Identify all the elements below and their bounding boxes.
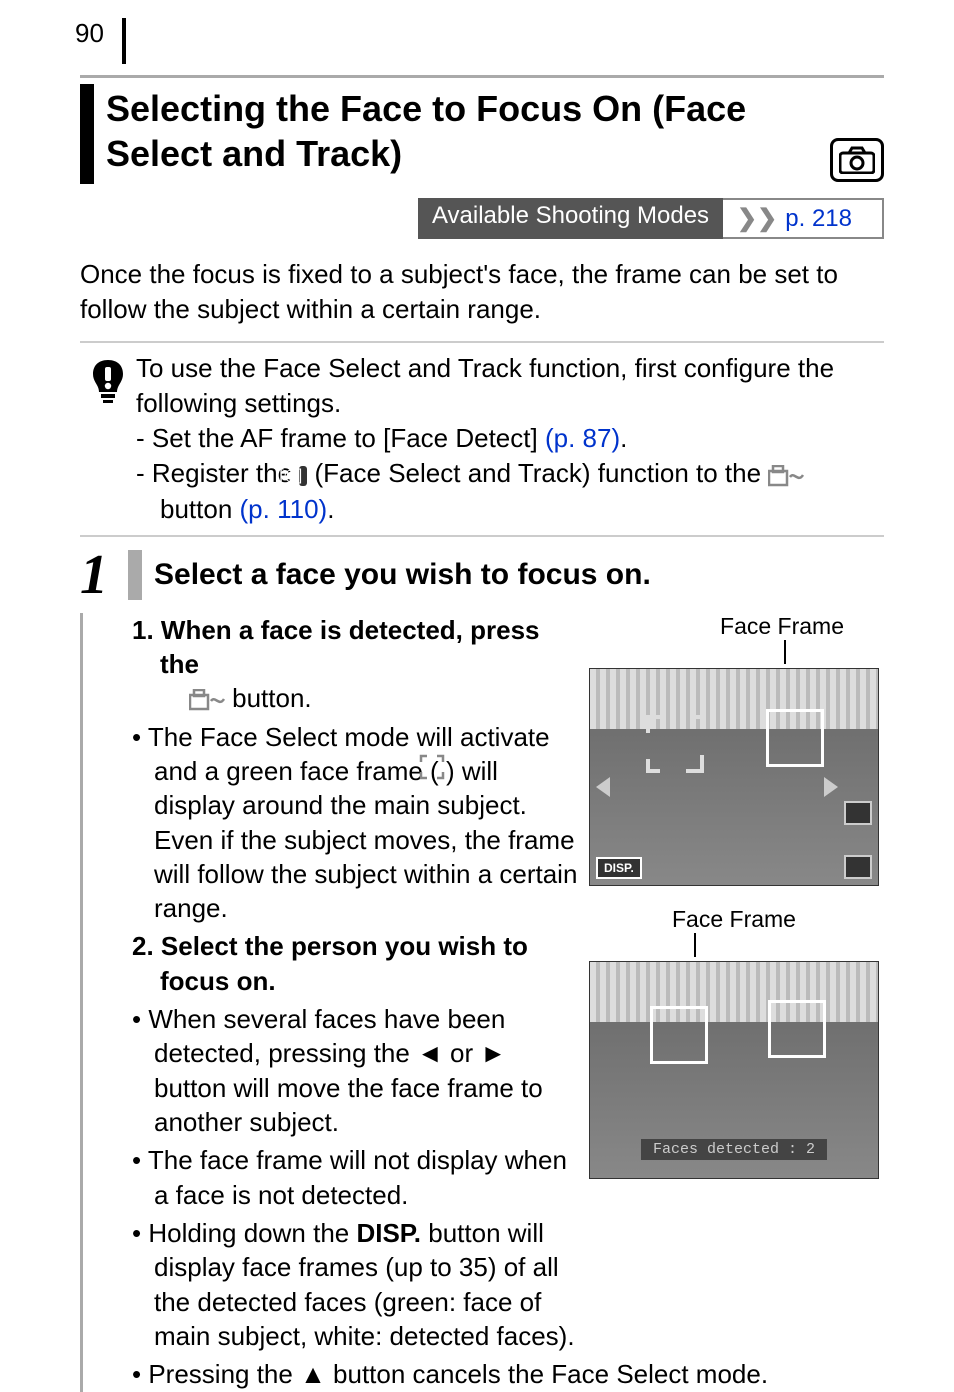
step-title: Select a face you wish to focus on. <box>154 558 884 592</box>
face-frame-box <box>768 1000 826 1058</box>
title-accent-bar <box>80 84 94 184</box>
important-notice: To use the Face Select and Track functio… <box>80 341 884 536</box>
page-ref-110-link[interactable]: (p. 110) <box>240 494 328 524</box>
section-title: Selecting the Face to Focus On (Face Sel… <box>106 84 824 176</box>
face-frame-corner-indicator <box>646 715 704 773</box>
print-share-icon <box>189 689 225 711</box>
face-frame-label-2: Face Frame <box>584 906 884 933</box>
step-1-bullet-2: • When several faces have been detected,… <box>132 1002 584 1139</box>
step-text: 1. When a face is detected, press the bu… <box>124 613 584 1358</box>
notice-lead: To use the Face Select and Track functio… <box>136 351 884 421</box>
shooting-modes-label: Available Shooting Modes <box>418 198 723 239</box>
intro-paragraph: Once the focus is fixed to a subject's f… <box>80 257 884 327</box>
shooting-modes-row: Available Shooting Modes ❯❯ p. 218 <box>80 198 884 239</box>
faces-detected-banner: Faces detected : 2 <box>641 1139 827 1160</box>
page-number: 90 <box>75 18 122 49</box>
section-title-block: Selecting the Face to Focus On (Face Sel… <box>80 75 884 184</box>
example-photo-1: DISP. <box>589 668 879 886</box>
step-1-substep-2: 2. Select the person you wish to focus o… <box>132 929 584 998</box>
photo-side-icons <box>844 801 872 879</box>
example-photo-2: Faces detected : 2 <box>589 961 879 1179</box>
frame-mode-icon-2 <box>844 855 872 879</box>
step-number: 1 <box>80 547 128 603</box>
step-1-bullet-3: • The face frame will not display when a… <box>132 1143 584 1212</box>
notice-item-1: - Set the AF frame to [Face Detect] (p. … <box>136 421 884 456</box>
camera-icon <box>839 146 875 174</box>
frame-corners-icon <box>419 754 445 780</box>
step-gutter <box>80 613 124 1358</box>
shooting-modes-link-text: p. 218 <box>785 205 852 233</box>
right-arrow-icon <box>824 777 838 797</box>
illustration-column: Face Frame DISP. Face Frame Fa <box>584 613 884 1358</box>
camera-mode-icon <box>830 138 884 182</box>
face-frame-box <box>650 1006 708 1064</box>
print-share-icon <box>768 465 804 487</box>
page-number-header: 90 <box>75 18 126 64</box>
face-frame-label-1: Face Frame <box>584 613 884 640</box>
frame-mode-icon-1 <box>844 801 872 825</box>
step-1-bullet-1: • The Face Select mode will activate and… <box>132 720 584 926</box>
page-ref-87-link[interactable]: (p. 87) <box>545 423 620 453</box>
step-1-body: 1. When a face is detected, press the bu… <box>80 613 884 1358</box>
step-1-bullet-5: • Pressing the ▲ button cancels the Face… <box>132 1357 884 1391</box>
left-arrow-icon <box>596 777 610 797</box>
label-leader-line-1 <box>784 640 786 664</box>
step-1-header: 1 Select a face you wish to focus on. <box>80 547 884 603</box>
step-1-substep-1: 1. When a face is detected, press the bu… <box>132 613 584 716</box>
shooting-modes-link[interactable]: ❯❯ p. 218 <box>723 198 884 239</box>
page-number-rule <box>122 18 126 64</box>
face-frame-box <box>766 709 824 767</box>
disp-badge: DISP. <box>596 857 642 879</box>
chevron-right-icon: ❯❯ <box>737 204 777 233</box>
step-1-bullet-4: • Holding down the DISP. button will dis… <box>132 1216 584 1353</box>
important-icon <box>80 351 136 526</box>
important-notice-body: To use the Face Select and Track functio… <box>136 351 884 526</box>
notice-item-2: - Register the [◉] (Face Select and Trac… <box>136 456 884 526</box>
label-leader-line-2 <box>694 933 696 957</box>
